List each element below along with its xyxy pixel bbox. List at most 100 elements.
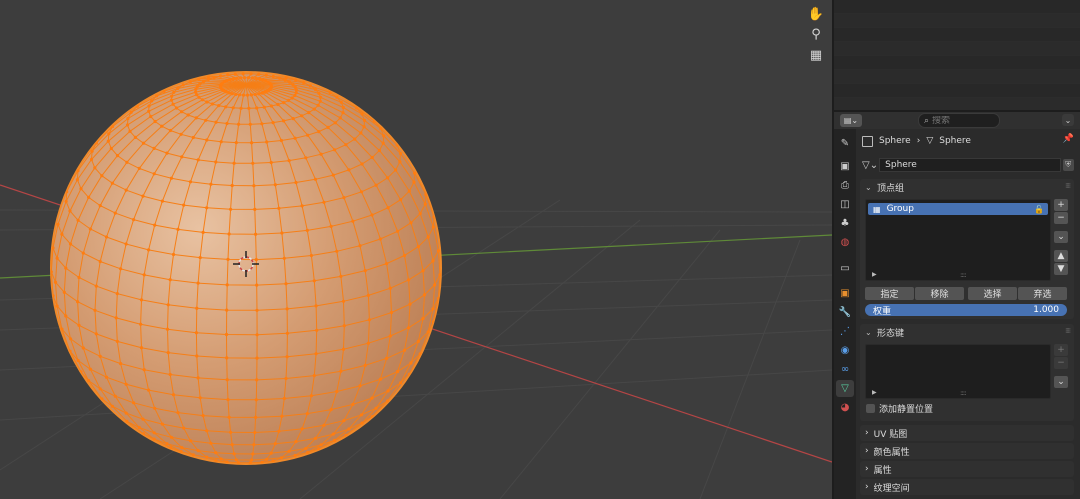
mesh-vertex[interactable] [219, 457, 223, 461]
mesh-vertex[interactable] [93, 308, 97, 312]
mesh-vertex[interactable] [109, 146, 113, 151]
mesh-vertex[interactable] [416, 245, 420, 249]
mesh-vertex[interactable] [271, 121, 275, 125]
mesh-vertex[interactable] [198, 82, 202, 86]
mesh-vertex[interactable] [386, 389, 390, 393]
mesh-vertex[interactable] [98, 204, 102, 208]
mesh-vertex[interactable] [168, 128, 173, 133]
mesh-vertex[interactable] [119, 267, 123, 271]
mesh-vertex[interactable] [291, 83, 295, 87]
mesh-vertex[interactable] [426, 235, 430, 239]
mesh-vertex[interactable] [426, 330, 430, 334]
mesh-vertex[interactable] [241, 93, 246, 97]
mesh-vertex[interactable] [115, 339, 119, 343]
mesh-vertex[interactable] [227, 232, 231, 236]
mesh-vertex[interactable] [252, 443, 256, 447]
mesh-vertex[interactable] [312, 107, 316, 111]
mesh-vertex[interactable] [107, 132, 111, 136]
mesh-vertex[interactable] [242, 76, 247, 80]
mesh-vertex[interactable] [317, 91, 321, 95]
mesh-vertex[interactable] [168, 372, 172, 377]
mesh-vertex[interactable] [385, 356, 389, 360]
mesh-vertex[interactable] [322, 423, 326, 427]
mesh-vertex[interactable] [195, 85, 199, 89]
mesh-vertex[interactable] [282, 256, 286, 260]
mesh-vertex[interactable] [239, 106, 243, 110]
mesh-vertex[interactable] [214, 120, 218, 124]
mesh-vertex[interactable] [235, 76, 239, 80]
mesh-vertex[interactable] [77, 275, 81, 280]
mesh-vertex[interactable] [81, 346, 85, 350]
mesh-vertex[interactable] [312, 279, 316, 283]
mesh-vertex[interactable] [231, 106, 235, 110]
mesh-vertex[interactable] [333, 148, 337, 152]
mesh-vertex[interactable] [339, 274, 343, 278]
mesh-vertex[interactable] [214, 451, 218, 455]
tab-view-layer[interactable]: ◫ [836, 196, 854, 213]
tab-data[interactable]: ▽ [836, 380, 854, 397]
mesh-vertex[interactable] [147, 388, 151, 392]
mesh-vertex[interactable] [132, 218, 136, 222]
mesh-vertex[interactable] [399, 198, 403, 202]
mesh-vertex[interactable] [137, 166, 141, 170]
mesh-vertex[interactable] [277, 206, 281, 210]
remove-button[interactable]: 移除 [915, 287, 964, 300]
mesh-vertex[interactable] [359, 413, 364, 417]
mesh-vertex[interactable] [153, 119, 157, 124]
mesh-vertex[interactable] [269, 451, 273, 455]
mesh-vertex[interactable] [280, 414, 284, 418]
mesh-vertex[interactable] [309, 394, 313, 398]
mesh-vertex[interactable] [386, 206, 390, 210]
mesh-vertex[interactable] [132, 401, 136, 405]
mesh-vertex[interactable] [214, 160, 218, 164]
mesh-vertex[interactable] [413, 171, 417, 175]
mesh-vertex[interactable] [180, 155, 184, 159]
mesh-vertex[interactable] [253, 207, 257, 211]
relative-checkbox-row[interactable]: 添加静置位置 [866, 402, 933, 415]
hand-pan-icon[interactable]: ✋ [806, 4, 826, 24]
mesh-vertex[interactable] [230, 92, 234, 96]
mesh-vertex[interactable] [171, 102, 175, 106]
mesh-vertex[interactable] [219, 74, 223, 78]
mesh-vertex[interactable] [176, 86, 180, 91]
mesh-vertex[interactable] [433, 283, 437, 287]
mesh-vertex[interactable] [407, 326, 411, 330]
mesh-vertex[interactable] [250, 76, 255, 80]
mesh-vertex[interactable] [237, 122, 241, 126]
search-box[interactable]: ⌕ [918, 113, 1000, 128]
mesh-vertex[interactable] [294, 440, 298, 444]
mesh-vertex[interactable] [68, 242, 73, 246]
mesh-vertex[interactable] [260, 122, 264, 126]
mesh-vertex[interactable] [231, 77, 235, 81]
mesh-vertex[interactable] [300, 114, 304, 118]
mesh-vertex[interactable] [341, 105, 345, 110]
mesh-vertex[interactable] [374, 406, 378, 410]
mesh-vertex[interactable] [257, 92, 261, 96]
mesh-vertex[interactable] [68, 209, 72, 213]
mesh-vertex[interactable] [370, 155, 374, 160]
mesh-vertex[interactable] [315, 328, 319, 332]
mesh-vertex[interactable] [381, 141, 385, 145]
mesh-vertex[interactable] [180, 446, 184, 450]
mesh-vertex[interactable] [141, 417, 145, 421]
mesh-vertex[interactable] [261, 78, 265, 82]
tab-scene[interactable]: ♣ [836, 215, 854, 232]
pin-icon[interactable]: 📌 [1063, 134, 1074, 144]
mesh-vertex[interactable] [141, 194, 145, 198]
mesh-vertex[interactable] [288, 80, 292, 84]
tab-modifier[interactable]: 🔧 [836, 304, 854, 321]
mesh-vertex[interactable] [347, 427, 351, 431]
mesh-vertex[interactable] [294, 180, 298, 185]
mesh-vertex[interactable] [359, 131, 363, 135]
mesh-vertex[interactable] [191, 453, 195, 457]
mesh-vertex[interactable] [254, 415, 258, 419]
mesh-vertex[interactable] [431, 259, 435, 263]
mesh-vertex[interactable] [182, 426, 186, 430]
mesh-vertex[interactable] [408, 302, 412, 306]
mesh-vertex[interactable] [293, 93, 297, 98]
mesh-vertex[interactable] [314, 304, 318, 308]
mesh-vertex[interactable] [284, 376, 288, 381]
mesh-vertex[interactable] [160, 422, 164, 426]
mesh-vertex[interactable] [302, 81, 306, 85]
chevron-down-icon[interactable]: ⌄ [1062, 114, 1074, 126]
